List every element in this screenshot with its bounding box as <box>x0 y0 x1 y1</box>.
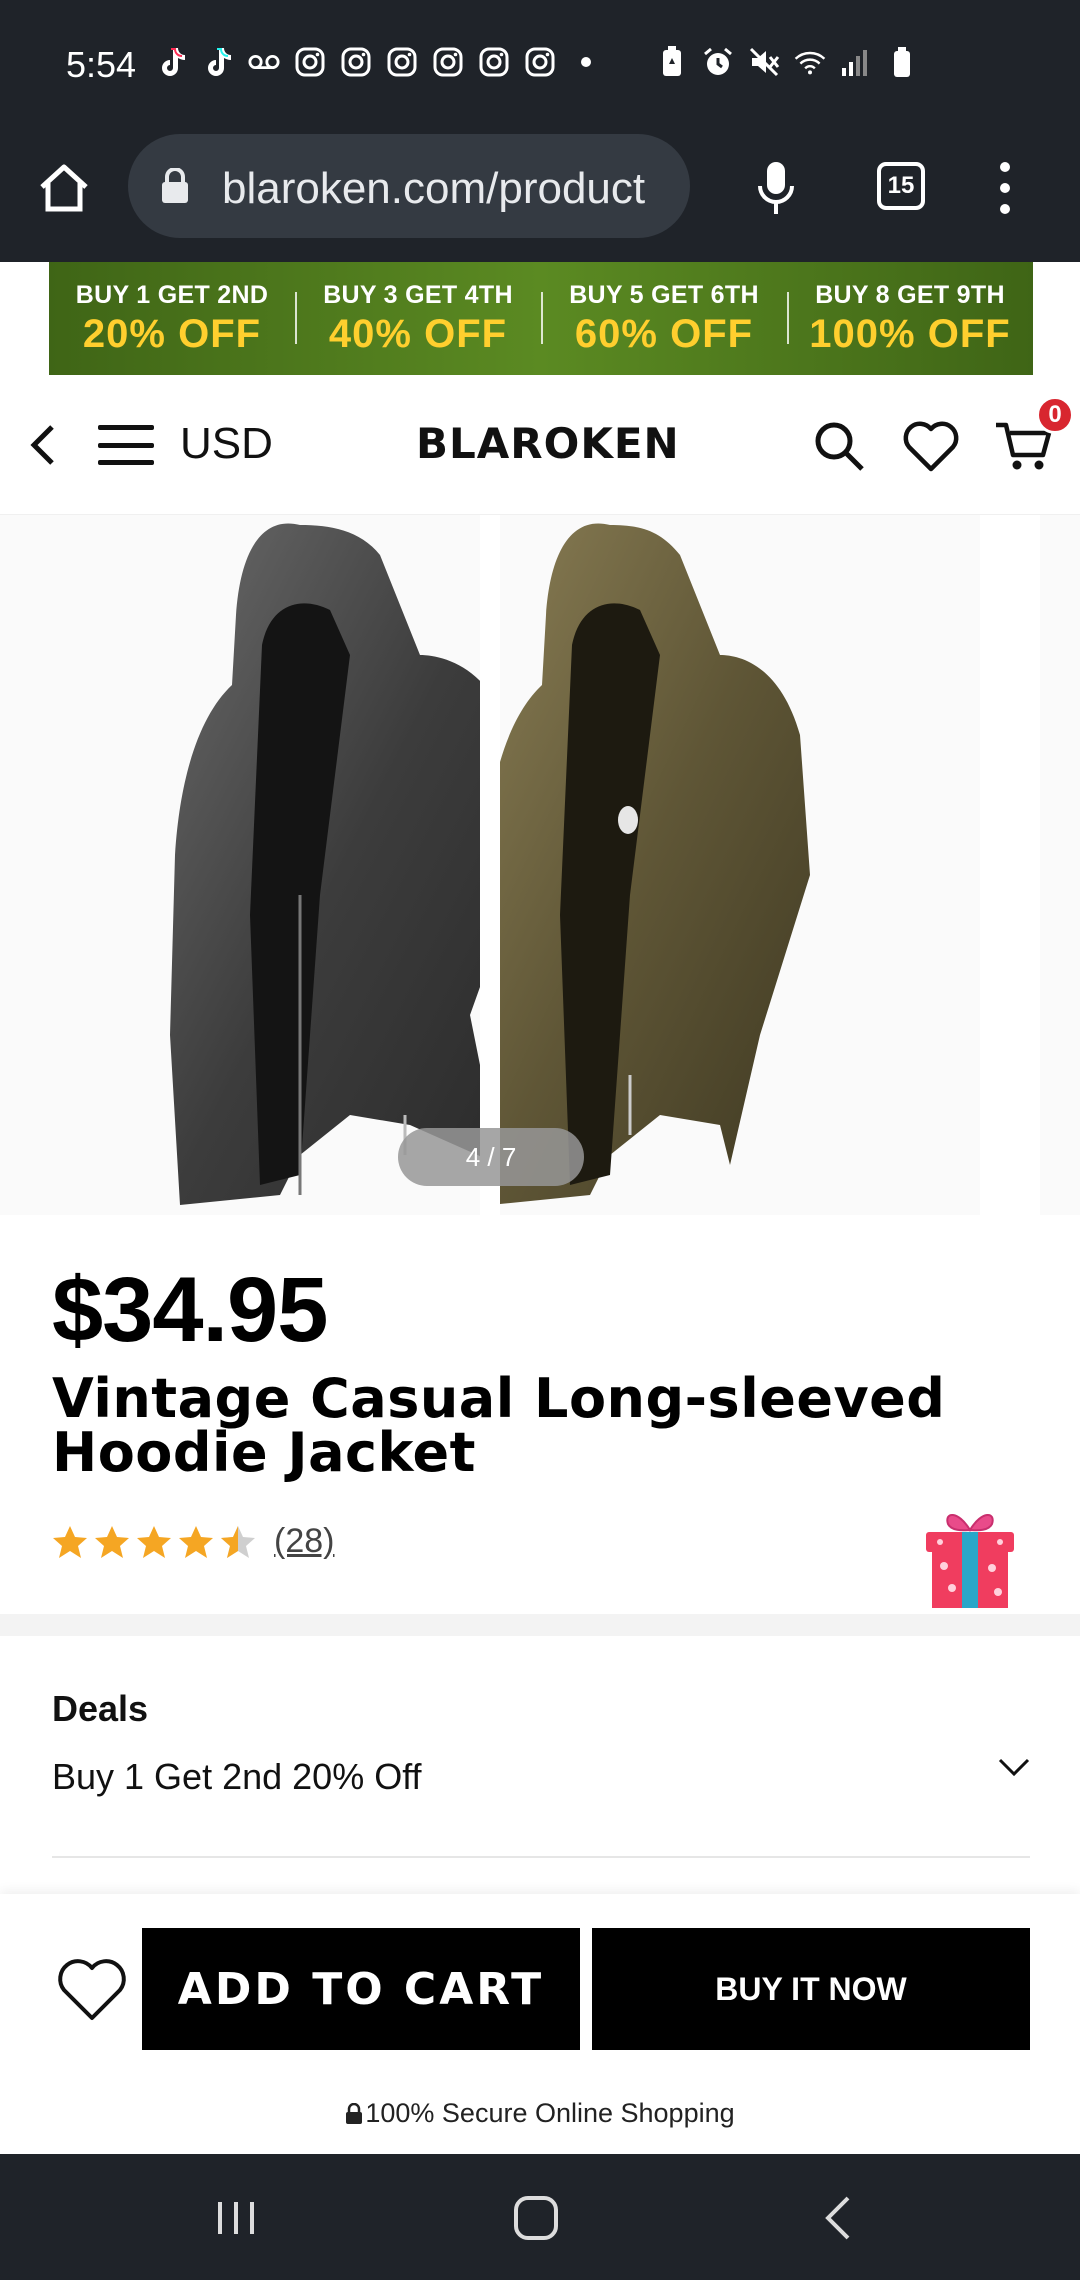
secure-shopping-text: 100% Secure Online Shopping <box>365 2098 735 2128</box>
back-chevron-icon <box>825 2196 850 2240</box>
product-image-khaki-hoodie[interactable] <box>500 515 980 1215</box>
instagram-icon <box>524 46 556 78</box>
star-icon <box>53 1525 87 1558</box>
promo-offer-discount: 60% OFF <box>574 311 754 356</box>
tiktok-icon <box>202 46 234 78</box>
instagram-icon <box>432 46 464 78</box>
add-to-cart-button[interactable]: ADD TO CART <box>142 1928 580 2050</box>
url-text: blaroken.com/product <box>222 164 646 213</box>
home-icon <box>40 164 88 212</box>
microphone-icon <box>758 162 794 214</box>
promo-offer: BUY 1 GET 2ND 20% OFF <box>49 262 295 375</box>
gift-promo-button[interactable] <box>922 1504 1018 1608</box>
home-square-icon <box>514 2196 558 2240</box>
promo-offer: BUY 3 GET 4TH 40% OFF <box>295 262 541 375</box>
hamburger-line <box>98 460 154 465</box>
heart-icon <box>903 421 959 472</box>
divider <box>52 1856 1030 1858</box>
system-status-icons <box>656 46 918 78</box>
review-count-link[interactable]: (28) <box>274 1522 334 1561</box>
search-icon <box>815 422 864 471</box>
star-icon <box>95 1525 129 1558</box>
currency-selector[interactable]: USD <box>180 419 273 469</box>
instagram-icon <box>340 46 372 78</box>
hamburger-line <box>98 442 154 448</box>
product-image-carousel[interactable] <box>0 515 1080 1215</box>
battery-icon <box>886 46 918 78</box>
status-bar: 5:54 <box>0 0 1080 130</box>
site-header: USD BLAROKEN <box>0 375 1080 515</box>
star-icon <box>179 1525 213 1558</box>
alarm-icon <box>702 46 734 78</box>
product-rating[interactable]: (28) <box>52 1522 334 1561</box>
gift-box-icon <box>926 1514 1014 1608</box>
menu-button[interactable] <box>98 425 154 465</box>
lock-icon <box>346 2102 363 2124</box>
address-bar[interactable]: blaroken.com/product <box>128 134 690 238</box>
lock-icon <box>160 167 190 209</box>
star-half-icon <box>221 1525 255 1558</box>
promo-offer-discount: 100% OFF <box>809 311 1011 356</box>
cart-count-badge: 0 <box>1036 396 1074 434</box>
browser-home-button[interactable] <box>34 158 94 218</box>
notification-icons <box>156 46 602 78</box>
dot-icon <box>570 46 602 78</box>
wishlist-button[interactable] <box>902 419 960 473</box>
promo-offer-condition: BUY 1 GET 2ND <box>75 280 269 309</box>
recent-apps-icon <box>218 2202 254 2234</box>
browser-menu-button[interactable] <box>990 158 1020 218</box>
system-navigation-bar <box>0 2154 1080 2280</box>
promo-offer-discount: 40% OFF <box>328 311 508 356</box>
mute-icon <box>748 46 780 78</box>
screen: 5:54 blaroken.com/product 15 BUY 1 GET 2… <box>0 0 1080 2280</box>
buy-it-now-button[interactable]: BUY IT NOW <box>592 1928 1030 2050</box>
chevron-down-icon <box>998 1758 1030 1777</box>
instagram-icon <box>294 46 326 78</box>
promo-offer-discount: 20% OFF <box>82 311 262 356</box>
search-button[interactable] <box>812 419 866 473</box>
chevron-left-icon <box>30 425 54 465</box>
menu-dot <box>1000 162 1010 172</box>
signal-icon <box>840 46 872 78</box>
voice-search-button[interactable] <box>746 156 806 220</box>
site-logo[interactable]: BLAROKEN <box>416 419 680 468</box>
voicemail-icon <box>248 46 280 78</box>
deals-expand-button[interactable] <box>996 1752 1032 1782</box>
deals-label: Deals <box>52 1688 149 1729</box>
image-pager-indicator: 4 / 7 <box>398 1128 584 1186</box>
section-divider <box>0 1614 1080 1636</box>
browser-toolbar: blaroken.com/product 15 <box>0 130 1080 262</box>
system-back-button[interactable] <box>820 2194 856 2242</box>
deals-value[interactable]: Buy 1 Get 2nd 20% Off <box>52 1756 422 1798</box>
tiktok-icon <box>156 46 188 78</box>
battery-saver-icon <box>656 46 688 78</box>
product-image-next-peek[interactable] <box>1040 515 1080 1215</box>
promo-offer-condition: BUY 8 GET 9TH <box>815 280 1005 309</box>
star-icon <box>137 1525 171 1558</box>
product-image-black-hoodie[interactable] <box>0 515 480 1215</box>
promo-offer-condition: BUY 5 GET 6TH <box>569 280 759 309</box>
back-button[interactable] <box>22 419 62 471</box>
promo-offer: BUY 5 GET 6TH 60% OFF <box>541 262 787 375</box>
recent-apps-button[interactable] <box>214 2198 258 2238</box>
instagram-icon <box>478 46 510 78</box>
heart-icon <box>58 1959 126 2020</box>
hamburger-line <box>98 425 154 430</box>
menu-dot <box>1000 204 1010 214</box>
wifi-icon <box>794 46 826 78</box>
secure-shopping-note: 100% Secure Online Shopping <box>0 2098 1080 2129</box>
tab-switcher-button[interactable]: 15 <box>877 162 925 210</box>
purchase-action-bar: ADD TO CART BUY IT NOW 100% Secure Onlin… <box>0 1894 1080 2154</box>
product-price: $34.95 <box>52 1259 328 1361</box>
promo-banner[interactable]: BUY 1 GET 2ND 20% OFF BUY 3 GET 4TH 40% … <box>49 262 1033 375</box>
instagram-icon <box>386 46 418 78</box>
promo-offer: BUY 8 GET 9TH 100% OFF <box>787 262 1033 375</box>
menu-dot <box>1000 183 1010 193</box>
system-home-button[interactable] <box>512 2194 560 2242</box>
add-to-wishlist-button[interactable] <box>54 1952 130 2024</box>
product-title: Vintage Casual Long-sleeved Hoodie Jacke… <box>52 1367 946 1484</box>
status-time: 5:54 <box>66 44 137 85</box>
promo-offer-condition: BUY 3 GET 4TH <box>323 280 513 309</box>
